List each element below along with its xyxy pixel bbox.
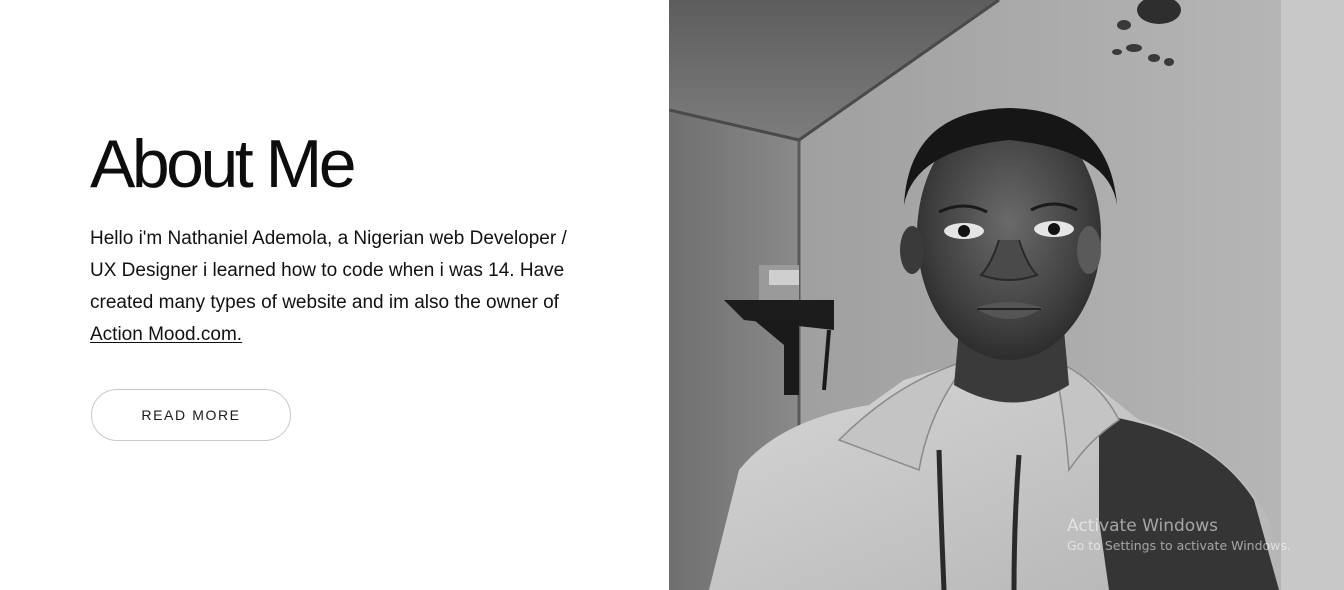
about-section: About Me Hello i'm Nathaniel Ademola, a …: [0, 0, 669, 590]
bio-text: Hello i'm Nathaniel Ademola, a Nigerian …: [90, 228, 567, 313]
read-more-button[interactable]: READ MORE: [91, 389, 291, 441]
page-title: About Me: [90, 126, 357, 202]
profile-photo: [669, 0, 1344, 590]
profile-photo-illustration: [669, 0, 1344, 590]
action-mood-link[interactable]: Action Mood.com.: [90, 324, 242, 345]
bio-paragraph: Hello i'm Nathaniel Ademola, a Nigerian …: [90, 223, 580, 351]
